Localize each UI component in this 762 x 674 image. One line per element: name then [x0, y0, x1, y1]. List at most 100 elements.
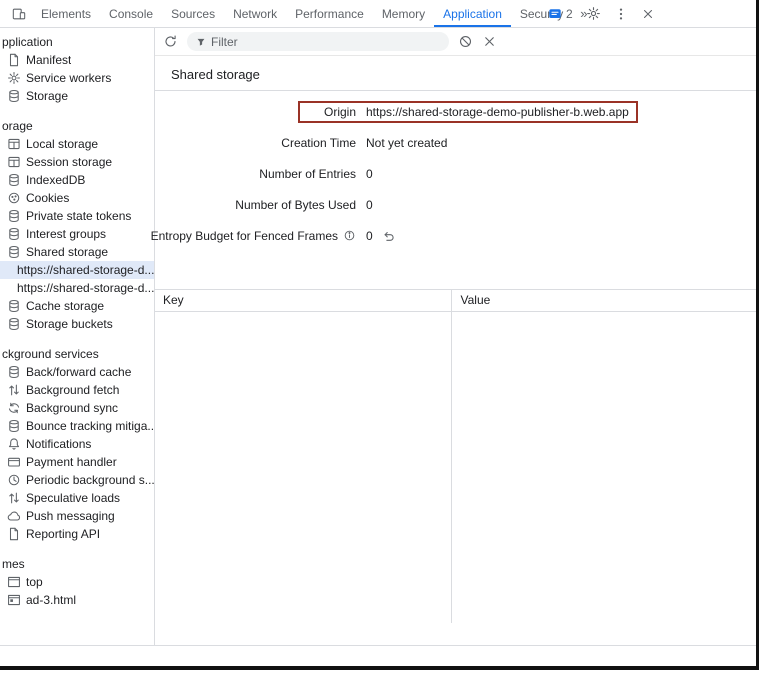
sidebar-item-cache-storage[interactable]: Cache storage [0, 297, 154, 315]
grid-header-value[interactable]: Value [452, 290, 756, 311]
tab-performance[interactable]: Performance [286, 0, 373, 27]
console-messages-icon [548, 7, 562, 21]
sidebar-item-periodic-background-s[interactable]: Periodic background s... [0, 471, 154, 489]
sidebar-item-bounce-tracking-mitiga[interactable]: Bounce tracking mitiga... [0, 417, 154, 435]
refresh-icon[interactable] [163, 34, 178, 49]
report-row-content: Number of Bytes Used 0 [155, 194, 382, 216]
sidebar-section-header: mes [0, 556, 154, 573]
sidebar-item-label: Local storage [26, 137, 98, 151]
tab-elements[interactable]: Elements [32, 0, 100, 27]
sidebar-item-label: Bounce tracking mitiga... [26, 419, 154, 433]
sidebar-item-label: Speculative loads [26, 491, 120, 505]
filter-funnel-icon [196, 37, 206, 47]
sidebar-item-interest-groups[interactable]: Interest groups [0, 225, 154, 243]
tabbar-right-controls: 2 [548, 0, 655, 27]
device-toolbar-icon [12, 7, 26, 21]
tab-memory[interactable]: Memory [373, 0, 434, 27]
sidebar-item-payment-handler[interactable]: Payment handler [0, 453, 154, 471]
reset-entropy-budget-icon[interactable] [382, 229, 396, 243]
clock-icon [7, 473, 21, 487]
sidebar-item-label: Storage buckets [26, 317, 113, 331]
sidebar-item-label: Shared storage [26, 245, 108, 259]
close-filter-icon[interactable] [482, 34, 497, 49]
report-row: Origin https://shared-storage-demo-publi… [155, 96, 756, 127]
table-icon [7, 155, 21, 169]
tab-application[interactable]: Application [434, 0, 511, 27]
sidebar-item-https-shared-storage-d[interactable]: https://shared-storage-d... [0, 261, 154, 279]
report-label-cell: Number of Entries [159, 167, 356, 181]
sidebar-item-manifest[interactable]: Manifest [0, 51, 154, 69]
sidebar-item-top[interactable]: top [0, 573, 154, 591]
report-field-label: Origin [324, 105, 356, 119]
sidebar-item-service-workers[interactable]: Service workers [0, 69, 154, 87]
more-options-dots-icon[interactable] [614, 7, 628, 21]
database-icon [7, 227, 21, 241]
sidebar-item-label: Payment handler [26, 455, 117, 469]
sidebar-item-https-shared-storage-d[interactable]: https://shared-storage-d... [0, 279, 154, 297]
report-label-cell: Entropy Budget for Fenced Frames [159, 229, 356, 243]
adframe-icon [7, 593, 21, 607]
shared-storage-grid: Key Value [155, 289, 756, 623]
sidebar-item-label: Session storage [26, 155, 112, 169]
sidebar-section: pplication Manifest Service workers Stor… [0, 34, 154, 105]
filter-input[interactable] [211, 35, 440, 49]
sidebar-item-push-messaging[interactable]: Push messaging [0, 507, 154, 525]
grid-header-key[interactable]: Key [155, 290, 452, 311]
sidebar-item-storage-buckets[interactable]: Storage buckets [0, 315, 154, 333]
report-row-content: Number of Entries 0 [155, 163, 382, 185]
devtools-tabbar: Elements Console Sources Network Perform… [0, 0, 756, 28]
sidebar-item-local-storage[interactable]: Local storage [0, 135, 154, 153]
sidebar-section-items: Local storage Session storage IndexedDB … [0, 135, 154, 333]
sidebar-item-label: Reporting API [26, 527, 100, 541]
sidebar-section-header: orage [0, 118, 154, 135]
sidebar-item-reporting-api[interactable]: Reporting API [0, 525, 154, 543]
report-field-value: 0 [366, 229, 373, 243]
sidebar-item-private-state-tokens[interactable]: Private state tokens [0, 207, 154, 225]
sidebar-item-shared-storage[interactable]: Shared storage [0, 243, 154, 261]
report-row-content: Creation Time Not yet created [155, 132, 456, 154]
report-field-label: Creation Time [281, 136, 356, 150]
sidebar-item-label: Cache storage [26, 299, 104, 313]
clear-all-icon[interactable] [458, 34, 473, 49]
sidebar-item-speculative-loads[interactable]: Speculative loads [0, 489, 154, 507]
sidebar-item-label: Background fetch [26, 383, 119, 397]
sidebar-item-label: IndexedDB [26, 173, 85, 187]
sidebar-item-label: Interest groups [26, 227, 106, 241]
sidebar-item-indexeddb[interactable]: IndexedDB [0, 171, 154, 189]
report-label-cell: Creation Time [159, 136, 356, 150]
sidebar-item-label: Push messaging [26, 509, 115, 523]
sidebar-item-notifications[interactable]: Notifications [0, 435, 154, 453]
database-icon [7, 245, 21, 259]
toggle-device-toolbar-button[interactable] [6, 0, 32, 27]
sidebar-item-cookies[interactable]: Cookies [0, 189, 154, 207]
report-field-value: 0 [366, 167, 373, 181]
sidebar-section-items: Back/forward cache Background fetch Back… [0, 363, 154, 543]
sidebar: pplication Manifest Service workers Stor… [0, 28, 155, 645]
info-icon[interactable] [343, 229, 356, 242]
close-devtools-icon[interactable] [641, 7, 655, 21]
tab-sources[interactable]: Sources [162, 0, 224, 27]
sidebar-item-session-storage[interactable]: Session storage [0, 153, 154, 171]
report-field-value: Not yet created [366, 136, 447, 150]
sidebar-item-back-forward-cache[interactable]: Back/forward cache [0, 363, 154, 381]
report-field-label: Entropy Budget for Fenced Frames [151, 229, 338, 243]
console-messages-button[interactable]: 2 [548, 7, 573, 21]
sidebar-item-storage[interactable]: Storage [0, 87, 154, 105]
sidebar-item-label: Notifications [26, 437, 91, 451]
filter-box[interactable] [187, 32, 449, 51]
sidebar-item-ad-3-html[interactable]: ad-3.html [0, 591, 154, 609]
sidebar-item-background-fetch[interactable]: Background fetch [0, 381, 154, 399]
cookie-icon [7, 191, 21, 205]
sidebar-item-background-sync[interactable]: Background sync [0, 399, 154, 417]
bell-icon [7, 437, 21, 451]
tab-network[interactable]: Network [224, 0, 286, 27]
cloud-icon [7, 509, 21, 523]
report-label-cell: Origin [302, 105, 356, 119]
table-icon [7, 137, 21, 151]
settings-gear-icon[interactable] [586, 6, 601, 21]
tab-console[interactable]: Console [100, 0, 162, 27]
report-label-cell: Number of Bytes Used [159, 198, 356, 212]
bottom-strip [0, 646, 756, 668]
report-rows: Origin https://shared-storage-demo-publi… [155, 91, 756, 251]
gear-icon [7, 71, 21, 85]
